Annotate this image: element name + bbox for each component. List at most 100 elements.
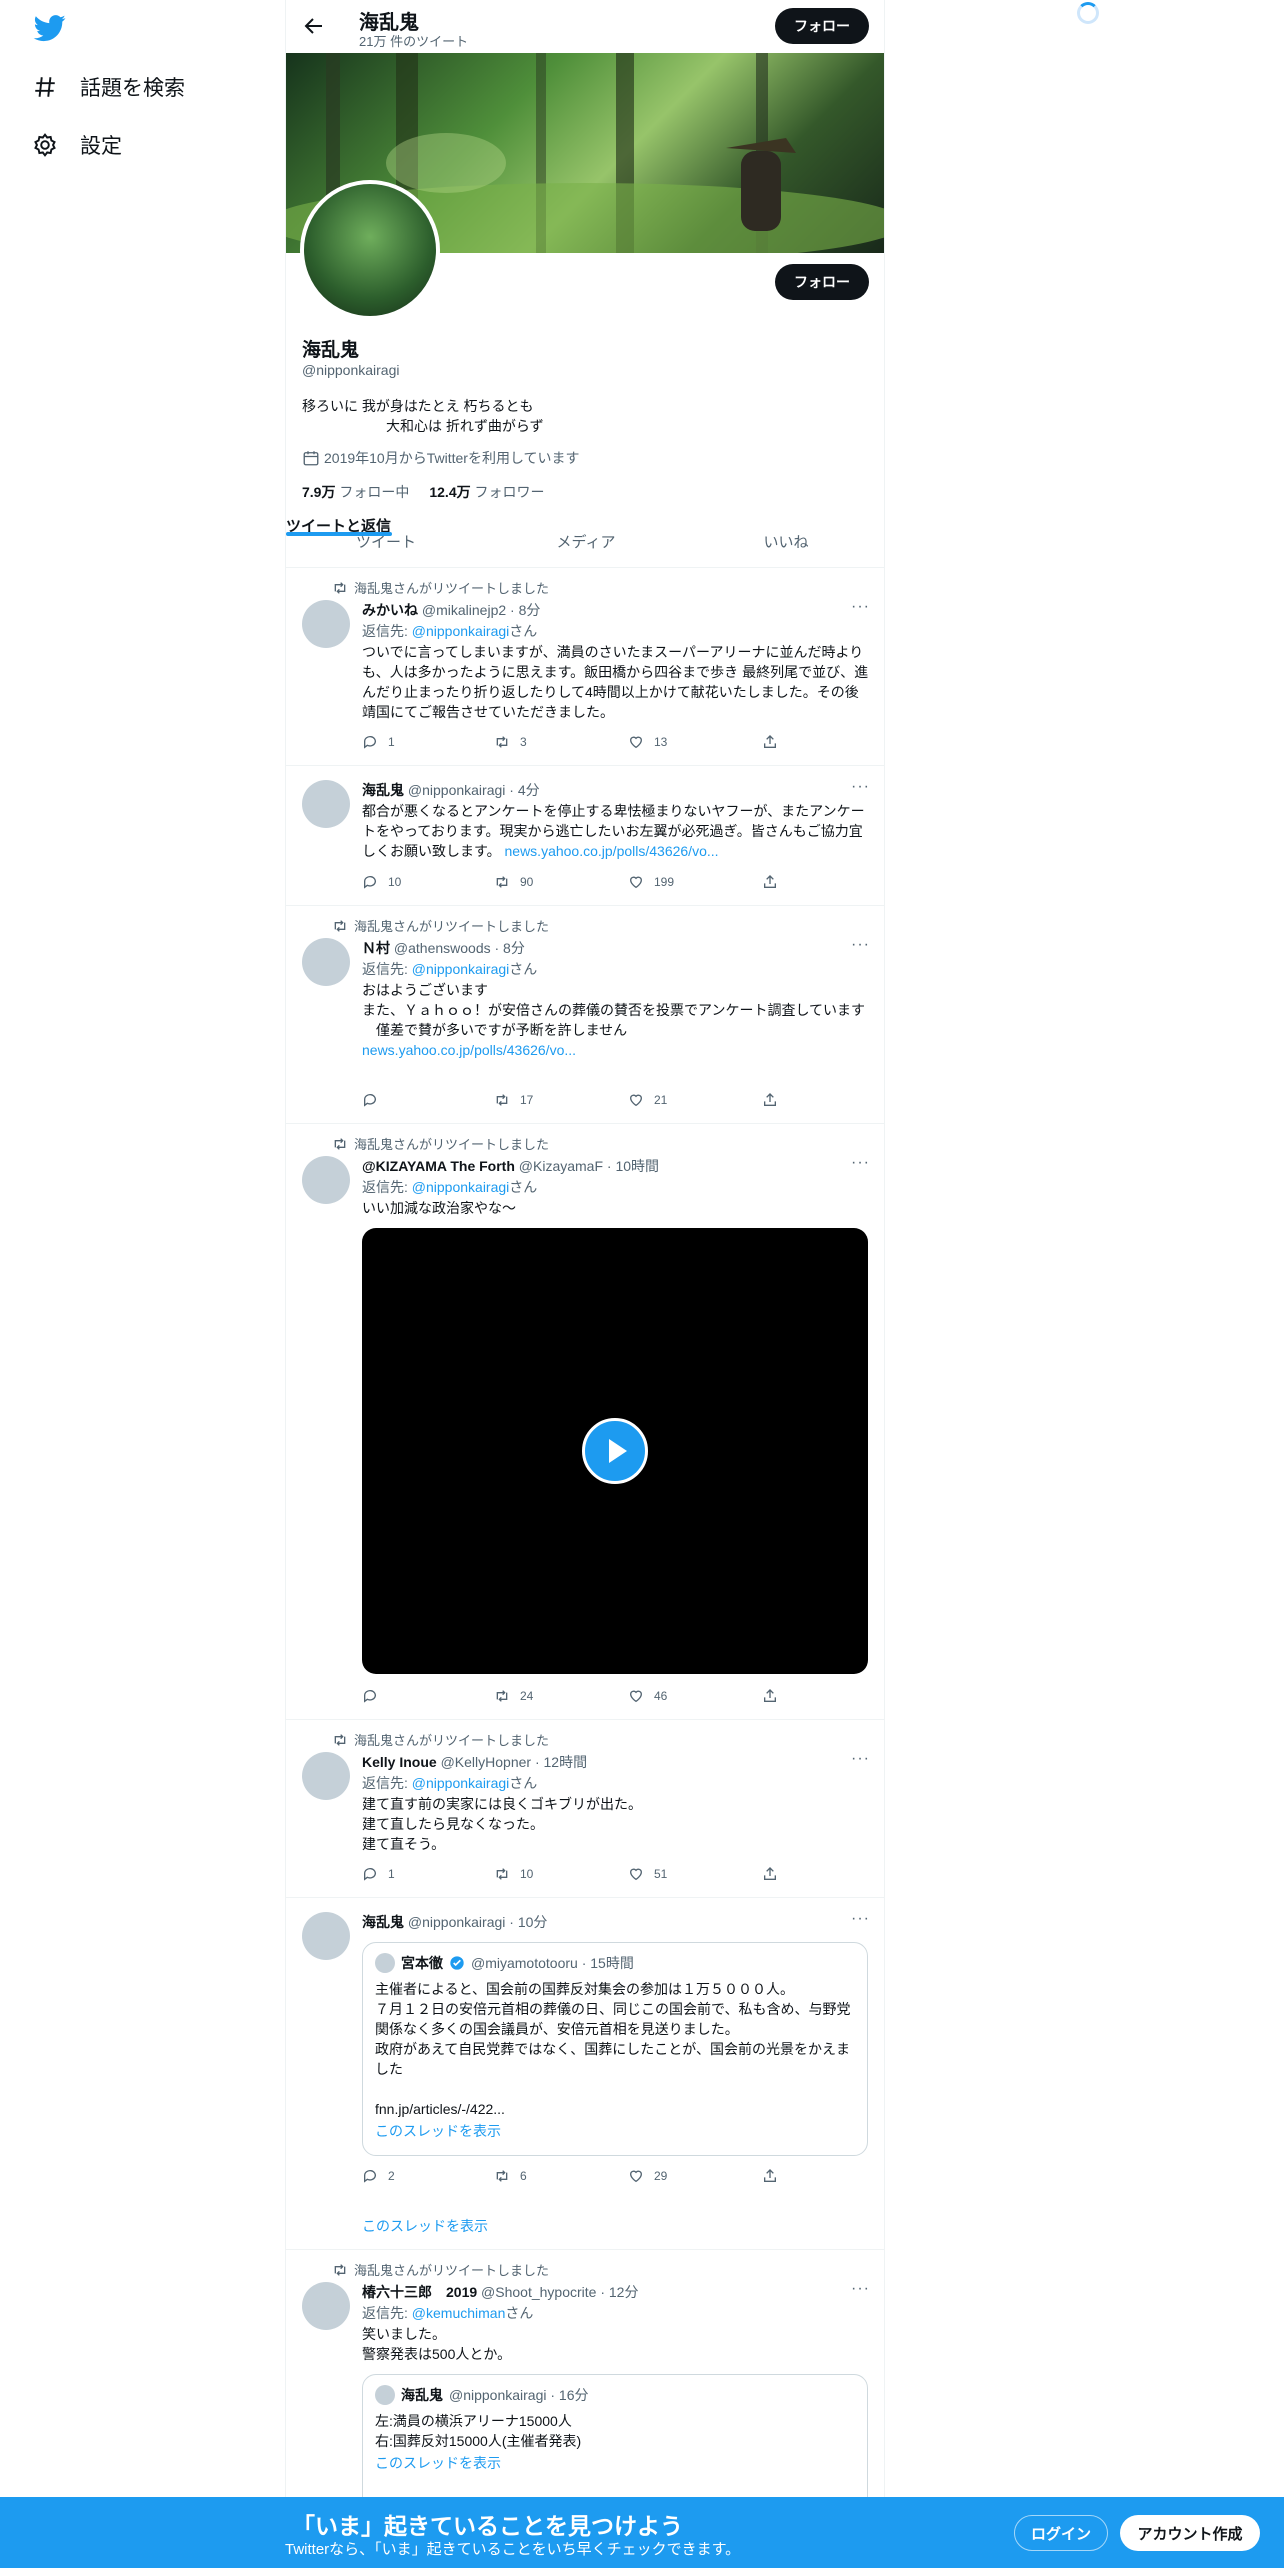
- sidebar: 話題を検索 設定: [0, 0, 280, 2568]
- more-options-icon[interactable]: ···: [851, 2280, 870, 2298]
- heart-icon: [629, 1094, 643, 1107]
- author-name: みかいね: [362, 602, 418, 618]
- tweet-body: 都合が悪くなるとアンケートを停止する卑怯極まりないヤフーが、またアンケートをやっ…: [362, 801, 872, 861]
- more-options-icon[interactable]: ···: [851, 778, 870, 796]
- reply-to-link[interactable]: @nipponkairagi: [412, 623, 510, 639]
- retweet-icon: [334, 1137, 346, 1150]
- tab-tweets-and-replies[interactable]: ツイートと返信: [286, 515, 391, 536]
- more-options-icon[interactable]: ···: [851, 1750, 870, 1768]
- tweet[interactable]: 海乱鬼 @nipponkairagi · 10分 ··· 宮本徹 @miyamot…: [286, 1898, 884, 2250]
- signup-button[interactable]: アカウント作成: [1120, 2515, 1260, 2551]
- profile-avatar[interactable]: [300, 180, 440, 320]
- retweet-indicator: 海乱鬼さんがリツイートしました: [332, 2260, 549, 2279]
- reply-icon: [363, 2170, 376, 2183]
- show-thread-link[interactable]: このスレッドを表示: [362, 2216, 488, 2236]
- tweet-author[interactable]: 海乱鬼 @nipponkairagi · 10分: [362, 1912, 547, 1932]
- followers-link[interactable]: 12.4万 フォロワー: [429, 482, 544, 502]
- like-button[interactable]: 46: [628, 1688, 667, 1704]
- reply-icon: [363, 1868, 376, 1881]
- reply-button[interactable]: [362, 1092, 388, 1108]
- reply-button[interactable]: [362, 1688, 388, 1704]
- avatar[interactable]: [302, 2282, 350, 2330]
- tweet[interactable]: 海乱鬼さんがリツイートしました 椿六十三郎 2019 @Shoot_hypocr…: [286, 2250, 884, 2514]
- more-options-icon[interactable]: ···: [851, 936, 870, 954]
- retweet-button[interactable]: 17: [494, 1092, 533, 1108]
- share-button[interactable]: [762, 1866, 778, 1882]
- retweet-button[interactable]: 6: [494, 2168, 527, 2184]
- tweet-author[interactable]: Kelly Inoue @KellyHopner · 12時間: [362, 1752, 587, 1772]
- more-options-icon[interactable]: ···: [851, 1154, 870, 1172]
- tweet-author[interactable]: みかいね @mikalinejp2 · 8分: [362, 600, 540, 620]
- share-icon: [764, 1093, 776, 1106]
- profile-tabs: ツイート ツイートと返信 メディア いいね: [286, 515, 884, 568]
- following-link[interactable]: 7.9万 フォロー中: [302, 482, 409, 502]
- retweet-button[interactable]: 24: [494, 1688, 533, 1704]
- video-player[interactable]: [362, 1228, 868, 1674]
- reply-to-link[interactable]: @kemuchiman: [412, 2305, 506, 2321]
- retweet-button[interactable]: 90: [494, 874, 533, 890]
- avatar[interactable]: [302, 1752, 350, 1800]
- header-follow-button[interactable]: フォロー: [775, 8, 869, 44]
- tweet-author[interactable]: Ｎ村 @athenswoods · 8分: [362, 938, 525, 958]
- tweet-author[interactable]: 海乱鬼 @nipponkairagi · 4分: [362, 780, 540, 800]
- share-button[interactable]: [762, 734, 778, 750]
- reply-button[interactable]: 1: [362, 1866, 395, 1882]
- tweet-link[interactable]: news.yahoo.co.jp/polls/43626/vo...: [362, 1042, 576, 1058]
- play-icon: [609, 1439, 627, 1463]
- reply-suffix: さん: [509, 1179, 538, 1195]
- reply-button[interactable]: 1: [362, 734, 395, 750]
- quoted-tweet[interactable]: 海乱鬼 @nipponkairagi · 16分 左:満員の横浜アリーナ15000…: [362, 2374, 868, 2514]
- avatar[interactable]: [302, 1156, 350, 1204]
- tweet[interactable]: 海乱鬼さんがリツイートしました Kelly Inoue @KellyHopner…: [286, 1720, 884, 1898]
- avatar[interactable]: [302, 938, 350, 986]
- show-thread-link[interactable]: このスレッドを表示: [375, 2453, 855, 2473]
- retweet-button[interactable]: 10: [494, 1866, 533, 1882]
- reply-to-link[interactable]: @nipponkairagi: [412, 1179, 510, 1195]
- retweet-indicator: 海乱鬼さんがリツイートしました: [332, 1134, 549, 1153]
- retweet-button[interactable]: 3: [494, 734, 527, 750]
- share-button[interactable]: [762, 2168, 778, 2184]
- profile-follow-button[interactable]: フォロー: [775, 264, 869, 300]
- tweet-author[interactable]: @KIZAYAMA The Forth @KizayamaF · 10時間: [362, 1156, 659, 1176]
- following-label: フォロー中: [339, 484, 410, 500]
- reply-button[interactable]: 10: [362, 874, 401, 890]
- more-options-icon[interactable]: ···: [851, 1910, 870, 1928]
- show-thread-link[interactable]: このスレッドを表示: [375, 2121, 855, 2141]
- reply-context: 返信先: @nipponkairagiさん: [362, 1177, 537, 1197]
- tweet[interactable]: 海乱鬼さんがリツイートしました Ｎ村 @athenswoods · 8分 ···…: [286, 906, 884, 1124]
- reply-to-link[interactable]: @nipponkairagi: [412, 961, 510, 977]
- tweet-author[interactable]: 椿六十三郎 2019 @Shoot_hypocrite · 12分: [362, 2282, 638, 2302]
- settings-nav[interactable]: 設定: [32, 130, 122, 160]
- prompt-subtitle: Twitterなら、「いま」起きていることをいち早くチェックできます。: [285, 2541, 741, 2558]
- play-button[interactable]: [582, 1418, 648, 1484]
- reply-button[interactable]: 2: [362, 2168, 395, 2184]
- avatar[interactable]: [302, 780, 350, 828]
- share-button[interactable]: [762, 874, 778, 890]
- like-button[interactable]: 199: [628, 874, 674, 890]
- reply-to-link[interactable]: @nipponkairagi: [412, 1775, 510, 1791]
- like-button[interactable]: 13: [628, 734, 667, 750]
- avatar[interactable]: [302, 600, 350, 648]
- share-button[interactable]: [762, 1688, 778, 1704]
- like-button[interactable]: 29: [628, 2168, 667, 2184]
- login-button[interactable]: ログイン: [1014, 2515, 1108, 2551]
- tab-media[interactable]: メディア: [486, 515, 686, 567]
- reply-icon: [363, 876, 376, 889]
- explore-nav[interactable]: 話題を検索: [32, 72, 185, 102]
- quoted-tweet[interactable]: 宮本徹 @miyamototooru · 15時間 主催者によると、国会前の国葬反…: [362, 1942, 868, 2156]
- settings-label: 設定: [80, 135, 122, 158]
- like-button[interactable]: 21: [628, 1092, 667, 1108]
- twitter-logo-icon[interactable]: [32, 12, 68, 44]
- tweet[interactable]: 海乱鬼さんがリツイートしました みかいね @mikalinejp2 · 8分 ·…: [286, 568, 884, 766]
- tweet[interactable]: 海乱鬼さんがリツイートしました @KIZAYAMA The Forth @Kiz…: [286, 1124, 884, 1720]
- tweet-link[interactable]: news.yahoo.co.jp/polls/43626/vo...: [505, 843, 719, 859]
- share-button[interactable]: [762, 1092, 778, 1108]
- retweet-count: 3: [520, 735, 527, 749]
- more-options-icon[interactable]: ···: [851, 598, 870, 616]
- tab-likes[interactable]: いいね: [686, 515, 884, 567]
- retweet-icon: [334, 581, 346, 594]
- back-arrow-icon[interactable]: [302, 14, 326, 38]
- like-button[interactable]: 51: [628, 1866, 667, 1882]
- avatar[interactable]: [302, 1912, 350, 1960]
- tweet[interactable]: 海乱鬼 @nipponkairagi · 4分 ··· 都合が悪くなるとアンケー…: [286, 766, 884, 906]
